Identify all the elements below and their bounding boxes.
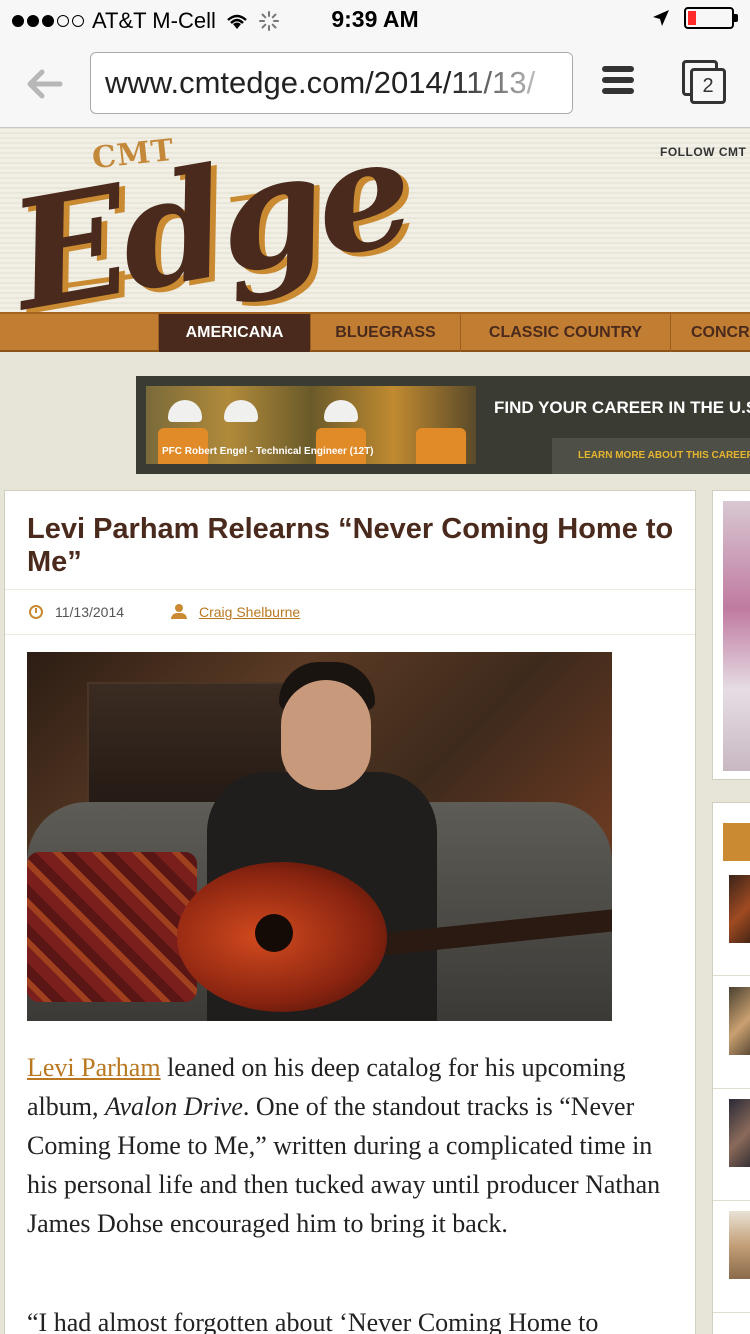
author-link[interactable]: Craig Shelburne [199, 604, 300, 620]
article-date: 11/13/2014 [55, 604, 125, 620]
follow-link[interactable]: FOLLOW CMT [660, 145, 746, 159]
sidebar-thumbnail[interactable] [729, 875, 750, 943]
nav-item-classic-country[interactable]: CLASSIC COUNTRY [460, 314, 670, 352]
author-icon [171, 604, 187, 620]
article-card: Levi Parham Relearns “Never Coming Home … [4, 490, 696, 1334]
browser-toolbar: www.cmtedge.com/2014/11/13/ 2 [0, 40, 750, 128]
ad-learn-more-button[interactable]: LEARN MORE ABOUT THIS CAREER [552, 438, 750, 474]
ad-caption: PFC Robert Engel - Technical Engineer (1… [162, 446, 374, 457]
nav-item-americana[interactable]: AMERICANA [158, 314, 310, 352]
status-time: 9:39 AM [331, 6, 419, 32]
sidebar-thumbnail[interactable] [729, 1099, 750, 1167]
nav-item-concerts[interactable]: CONCR [670, 314, 750, 352]
article-paragraph: Levi Parham leaned on his deep catalog f… [27, 1048, 677, 1243]
artist-link[interactable]: Levi Parham [27, 1053, 161, 1082]
ad-image: PFC Robert Engel - Technical Engineer (1… [146, 386, 476, 464]
site-logo[interactable]: Edge [0, 129, 420, 312]
back-arrow-icon[interactable] [22, 62, 66, 106]
tabs-button[interactable]: 2 [682, 60, 728, 106]
menu-icon[interactable] [602, 66, 634, 98]
sidebar-ad[interactable] [712, 490, 750, 780]
nav-item-bluegrass[interactable]: BLUEGRASS [310, 314, 460, 352]
sidebar-thumbnail[interactable] [729, 987, 750, 1055]
sidebar-list [712, 802, 750, 1334]
ad-headline: FIND YOUR CAREER IN THE U.S [494, 398, 750, 417]
article-quote: “I had almost forgotten about ‘Never Com… [27, 1308, 599, 1334]
ad-banner[interactable]: PFC Robert Engel - Technical Engineer (1… [136, 376, 750, 474]
address-bar[interactable]: www.cmtedge.com/2014/11/13/ [90, 52, 573, 114]
battery-icon [684, 7, 738, 29]
category-nav: AMERICANA BLUEGRASS CLASSIC COUNTRY CONC… [0, 312, 750, 352]
clock-icon [29, 605, 43, 619]
sidebar-tab[interactable] [723, 823, 750, 861]
tab-count: 2 [690, 68, 726, 104]
location-arrow-icon [653, 10, 669, 26]
article-photo [27, 652, 612, 1021]
article-meta: 11/13/2014 Craig Shelburne [5, 589, 695, 635]
sidebar-thumbnail[interactable] [729, 1211, 750, 1279]
status-bar: AT&T M-Cell 9:39 AM [0, 0, 750, 40]
article-title: Levi Parham Relearns “Never Coming Home … [27, 513, 674, 578]
album-title: Avalon Drive [105, 1092, 243, 1121]
site-header: Edge CMT FOLLOW CMT [0, 129, 750, 312]
